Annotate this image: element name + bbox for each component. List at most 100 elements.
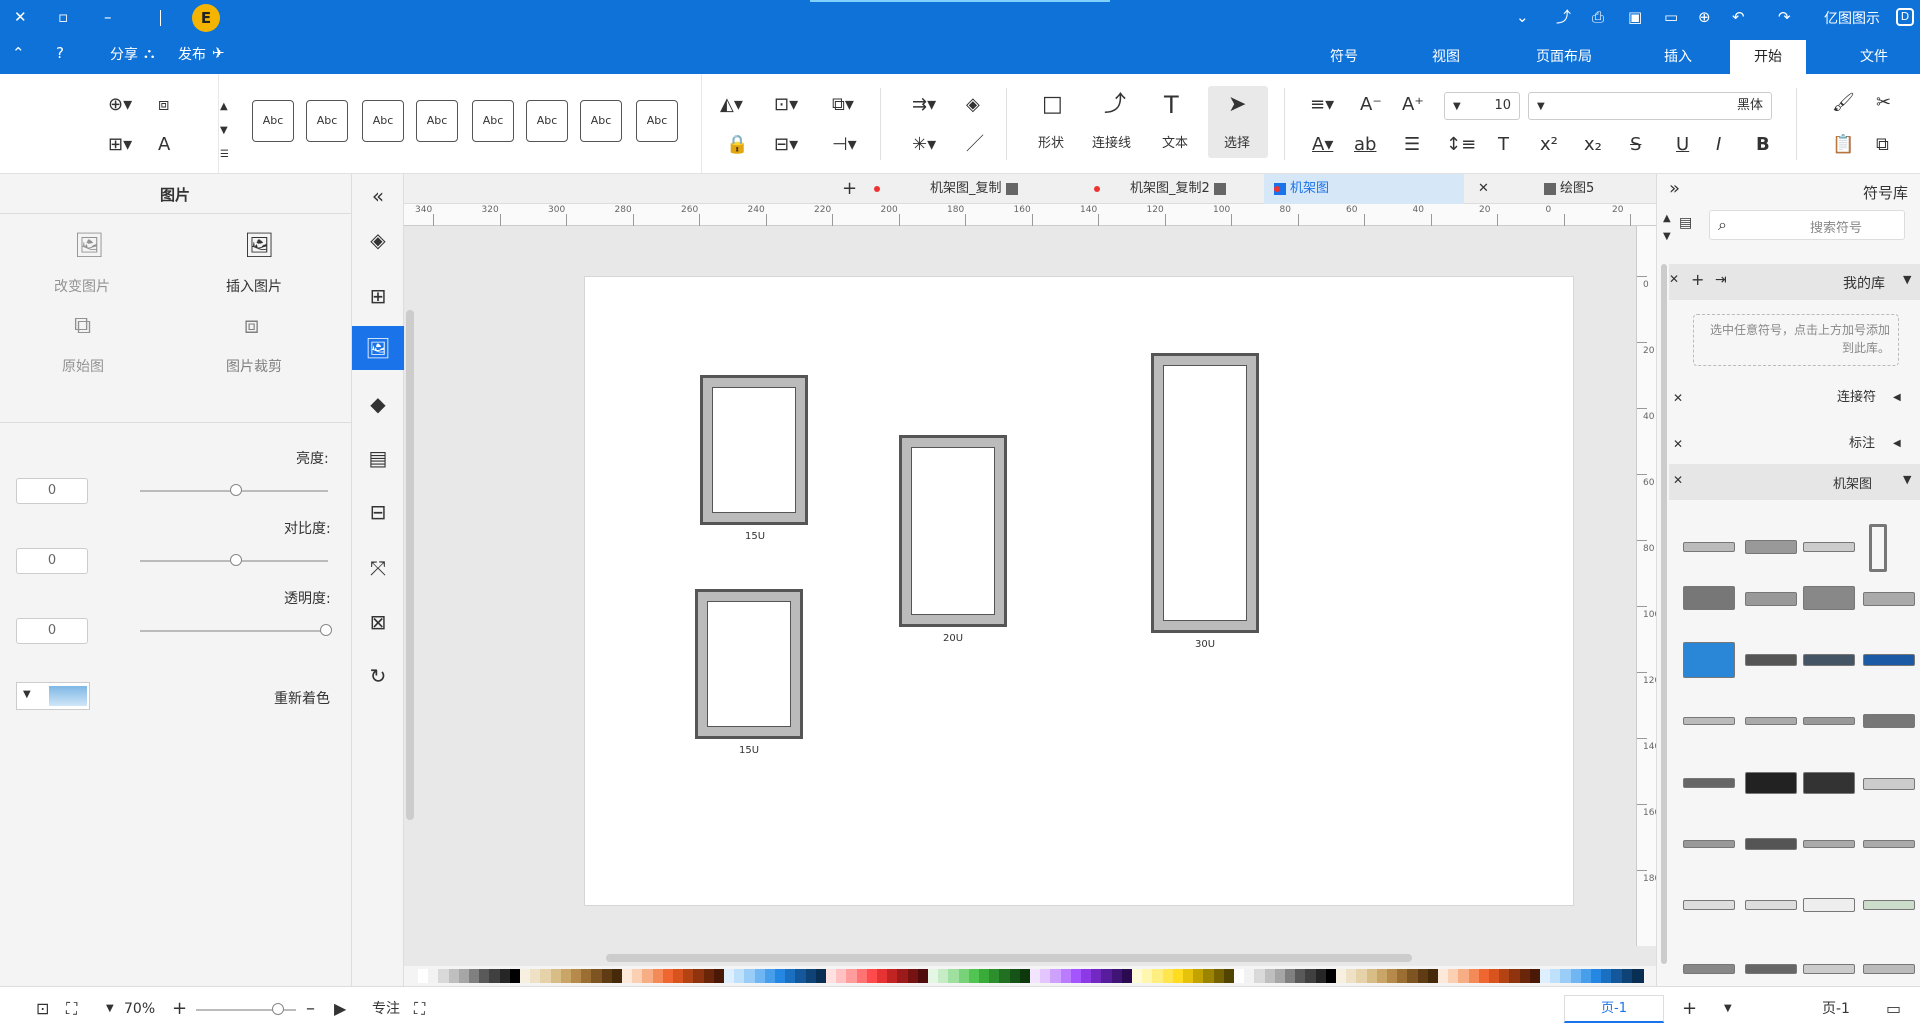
add-icon[interactable]: + [1691, 270, 1704, 289]
image-panel-icon[interactable]: 🖼 [352, 326, 404, 370]
text-tool-icon[interactable]: T [1164, 93, 1179, 117]
transparency-slider[interactable] [140, 630, 328, 632]
active-page-tab[interactable]: 页-1 [1564, 995, 1664, 1023]
style-option[interactable]: Abc [252, 100, 294, 142]
fill-icon[interactable]: ◈ [966, 94, 980, 116]
brightness-knob[interactable] [230, 484, 242, 496]
my-library-header[interactable]: 我的库 ▼ ⇥ + ✕ [1669, 264, 1920, 300]
underline-icon[interactable]: U [1676, 134, 1689, 156]
recolor-dropdown[interactable]: ▼ [16, 682, 90, 710]
align-icon[interactable]: ≡▾ [1310, 94, 1334, 116]
font-size-select[interactable]: 10 ▼ [1444, 92, 1520, 120]
grid-panel-icon[interactable]: ⊞ [352, 274, 404, 318]
scrollbar-vertical[interactable] [1661, 264, 1667, 964]
rack-shape[interactable] [700, 375, 808, 525]
new-file-icon[interactable]: ⊕ [1698, 8, 1711, 26]
symbol-device[interactable] [1683, 717, 1735, 725]
symbol-device[interactable] [1683, 840, 1735, 848]
close-icon[interactable]: ✕ [1673, 384, 1683, 412]
symbol-device[interactable] [1803, 898, 1855, 912]
send-back-icon[interactable]: ⊣▾ [832, 134, 857, 156]
transparency-input[interactable]: 0 [16, 618, 88, 644]
symbol-device[interactable] [1683, 900, 1735, 910]
symbol-server[interactable] [1803, 586, 1855, 610]
page-dropdown-icon[interactable]: ▼ [1724, 999, 1732, 1019]
customize-dropdown-icon[interactable]: ⌄ [1516, 8, 1529, 26]
help-icon[interactable]: ? [56, 44, 64, 62]
original-image-button[interactable]: ⧉ 原始图 [40, 313, 130, 384]
replace-icon[interactable]: ⊞▾ [108, 134, 132, 156]
doc-tab-rack[interactable]: 机架图 [1264, 174, 1464, 204]
symbol-server[interactable] [1683, 586, 1735, 610]
rack-shape[interactable] [695, 589, 803, 739]
zoom-in-icon[interactable]: + [172, 999, 187, 1019]
line-style-icon[interactable]: ⇉▾ [912, 94, 936, 116]
gallery-down-icon[interactable]: ▼ [220, 120, 228, 142]
flip-icon[interactable]: ◭▾ [720, 94, 743, 116]
fit-page-icon[interactable]: ⛶ [66, 999, 77, 1019]
shape-tool-icon[interactable]: □ [1042, 94, 1063, 116]
symbol-server[interactable] [1863, 592, 1915, 606]
annotation-library[interactable]: ✕ 标注 ◀ [1673, 430, 1905, 458]
italic-icon[interactable]: I [1716, 134, 1721, 156]
style-option[interactable]: Abc [636, 100, 678, 142]
doc-tab-close-icon[interactable]: ✕ [1468, 174, 1499, 204]
symbol-monitor[interactable] [1683, 642, 1735, 678]
connector-tool-icon[interactable]: ⤴ [1104, 94, 1126, 116]
bold-icon[interactable]: B [1756, 134, 1770, 156]
maximize-icon[interactable]: ▫ [58, 8, 68, 26]
expand-panel-icon[interactable]: « [352, 174, 404, 218]
contrast-knob[interactable] [230, 554, 242, 566]
style-option[interactable]: Abc [472, 100, 514, 142]
close-icon[interactable]: ✕ [1673, 473, 1683, 487]
add-page-icon[interactable]: + [1682, 999, 1697, 1019]
scrollbar-vertical[interactable] [406, 310, 414, 820]
data-panel-icon[interactable]: ⊟ [352, 490, 404, 534]
subscript-icon[interactable]: x₂ [1584, 134, 1602, 156]
focus-mode-label[interactable]: 专注 [372, 999, 400, 1019]
brightness-input[interactable]: 0 [16, 478, 88, 504]
symbol-device[interactable] [1745, 964, 1797, 974]
zoom-slider-knob[interactable] [272, 1003, 284, 1015]
publish-button[interactable]: 发布 [178, 44, 206, 64]
library-manage-icon[interactable]: ▤ [1679, 212, 1692, 234]
symbol-switch[interactable] [1803, 654, 1855, 666]
crop-icon[interactable]: ⧈ [158, 94, 169, 116]
presentation-panel-icon[interactable]: ⊠ [352, 600, 404, 644]
doc-tab-rack-copy[interactable]: 机架图_复制 [864, 174, 1028, 204]
share-button[interactable]: 分享 [110, 44, 138, 64]
tab-file[interactable]: 文件 [1836, 40, 1912, 74]
redo-icon[interactable]: ↷ [1778, 8, 1791, 26]
fill-panel-icon[interactable]: ◈ [352, 218, 404, 262]
style-option[interactable]: Abc [362, 100, 404, 142]
close-icon[interactable]: ✕ [1673, 430, 1683, 458]
symbol-device[interactable] [1745, 772, 1797, 794]
symbol-device[interactable] [1863, 900, 1915, 910]
page-panel-icon[interactable]: ▤ [352, 436, 404, 480]
format-icon[interactable]: A [158, 134, 170, 156]
symbol-device[interactable] [1803, 840, 1855, 848]
symbol-device[interactable] [1863, 964, 1915, 974]
symbol-server[interactable] [1745, 540, 1797, 554]
copy-icon[interactable]: ⧉ [1876, 134, 1889, 156]
fit-width-icon[interactable]: ⊡ [36, 999, 49, 1019]
symbol-device[interactable] [1803, 964, 1855, 974]
play-icon[interactable]: ▶ [334, 999, 346, 1019]
connectors-library[interactable]: ✕ 连接符 ◀ [1673, 384, 1905, 412]
symbol-device[interactable] [1745, 900, 1797, 910]
insert-image-button[interactable]: 🖼 插入图片 [210, 233, 300, 304]
symbol-switch[interactable] [1863, 654, 1915, 666]
font-color-icon[interactable]: A▾ [1312, 134, 1333, 156]
scroll-down-icon[interactable]: ▼ [1663, 226, 1671, 248]
add-tab-icon[interactable]: + [832, 174, 867, 204]
rack-shape[interactable] [1151, 353, 1259, 633]
superscript-icon[interactable]: x² [1540, 134, 1558, 156]
line-spacing-icon[interactable]: ↕≡ [1446, 134, 1476, 156]
layers-panel-icon[interactable]: ◆ [352, 382, 404, 426]
format-painter-icon[interactable]: 🖌 [1832, 92, 1855, 114]
font-grow-icon[interactable]: A⁺ [1402, 94, 1424, 116]
tab-symbols[interactable]: 符号 [1306, 40, 1382, 74]
paste-icon[interactable]: 📋 [1832, 134, 1854, 156]
transparency-knob[interactable] [320, 624, 332, 636]
text-bg-icon[interactable]: ab [1354, 134, 1376, 156]
